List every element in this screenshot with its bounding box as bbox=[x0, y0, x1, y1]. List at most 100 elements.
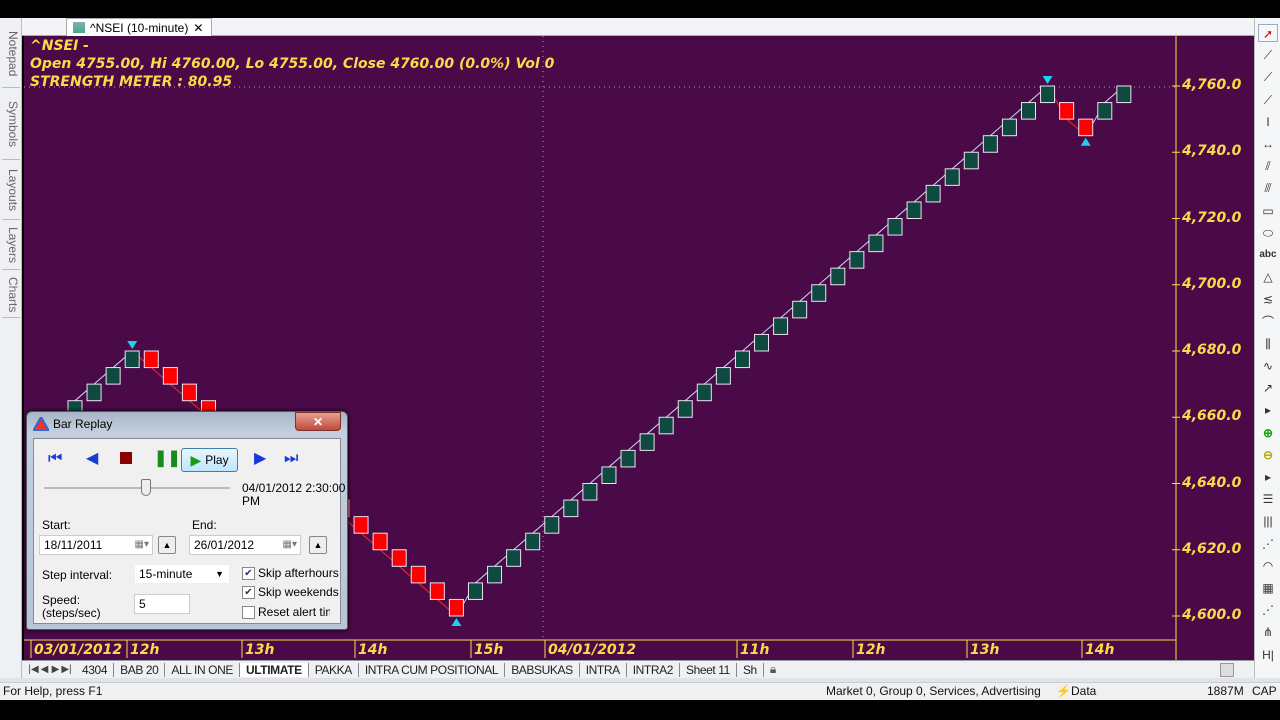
pause-button[interactable]: ❚❚ bbox=[154, 449, 181, 469]
timezones-icon[interactable]: H| bbox=[1258, 646, 1278, 664]
last-sheet-button[interactable]: ▶| bbox=[61, 664, 72, 675]
pitchfork-icon[interactable]: ⋔ bbox=[1258, 623, 1278, 641]
renko-brick-up bbox=[86, 383, 102, 402]
horizontal-scrollbar-thumb[interactable] bbox=[1220, 662, 1234, 677]
arc-icon[interactable]: ⌒ bbox=[1258, 313, 1278, 331]
next-sheet-button[interactable]: ▶ bbox=[50, 664, 61, 675]
channel-icon[interactable]: ⫻ bbox=[1258, 179, 1278, 197]
chart-icon bbox=[73, 22, 85, 33]
tab-symbols[interactable]: Symbols bbox=[2, 90, 20, 160]
play-button[interactable]: ▶ Play bbox=[181, 448, 238, 472]
sheet-tab[interactable]: BAB 20 bbox=[114, 662, 166, 677]
more-icon[interactable]: ▸ bbox=[1258, 401, 1278, 419]
more-icon[interactable]: ▸ bbox=[1258, 468, 1278, 486]
speed-input[interactable]: 5 bbox=[134, 594, 190, 614]
current-time-line2: PM bbox=[242, 494, 260, 508]
sheet-tab[interactable]: Sheet 11 bbox=[680, 662, 737, 677]
sheet-tab[interactable]: BABSUKAS bbox=[505, 662, 580, 677]
reset-alert-checkbox[interactable] bbox=[242, 606, 255, 619]
ray-icon[interactable]: ⟋ bbox=[1258, 68, 1278, 86]
sell-arrow-icon bbox=[127, 341, 138, 349]
renko-brick-up bbox=[963, 151, 979, 170]
sheet-tab[interactable]: ALL IN ONE bbox=[165, 662, 240, 677]
y-tick-label: 4,720.0 bbox=[1182, 209, 1242, 226]
stop-button[interactable] bbox=[120, 452, 132, 464]
skip-afterhours-checkbox[interactable]: ✔ bbox=[242, 567, 255, 580]
renko-brick-up bbox=[887, 218, 903, 236]
extended-line-icon[interactable]: ⟋ bbox=[1258, 91, 1278, 109]
renko-brick-down bbox=[448, 598, 464, 617]
sheet-tabs-bar: |◀ ◀ ▶ ▶| 4304 BAB 20 ALL IN ONE ULTIMATE PA… bbox=[22, 660, 1254, 678]
renko-brick-up bbox=[982, 135, 998, 153]
chart-document-tab[interactable]: ^NSEI (10-minute) ✕ bbox=[66, 18, 213, 36]
sheet-tab[interactable]: Sh bbox=[737, 662, 764, 677]
x-tick-label: 12h bbox=[856, 642, 886, 658]
horizontal-lines-icon[interactable]: ☰ bbox=[1258, 490, 1278, 508]
step-forward-button[interactable]: ▶ bbox=[254, 449, 266, 469]
tab-notepad[interactable]: Notepad bbox=[2, 20, 20, 88]
rectangle-icon[interactable]: ▭ bbox=[1258, 202, 1278, 220]
zoom-in-icon[interactable]: ⊕ bbox=[1258, 424, 1278, 442]
renko-brick-up bbox=[639, 433, 655, 451]
prev-sheet-button[interactable]: ◀ bbox=[39, 664, 50, 675]
skip-afterhours-label: Skip afterhours bbox=[258, 566, 339, 580]
go-to-start-button[interactable]: ⏮ bbox=[48, 449, 62, 469]
sheet-tab[interactable]: PAKKA bbox=[309, 662, 359, 677]
cursor-icon[interactable]: ➚ bbox=[1258, 24, 1278, 42]
step-interval-select[interactable]: 15-minute ▼ bbox=[134, 564, 230, 584]
sheet-tab[interactable]: INTRA CUM POSITIONAL bbox=[359, 662, 506, 677]
vertical-lines-icon[interactable]: ||| bbox=[1258, 512, 1278, 530]
fibonacci-icon[interactable]: ≲ bbox=[1258, 290, 1278, 308]
tab-layers[interactable]: Layers bbox=[2, 222, 20, 270]
grid-icon[interactable]: ▦ bbox=[1258, 579, 1278, 597]
close-tab-icon[interactable]: ✕ bbox=[193, 20, 203, 36]
zigzag-icon[interactable]: ∿ bbox=[1258, 357, 1278, 375]
zoom-out-icon[interactable]: ⊖ bbox=[1258, 446, 1278, 464]
step-back-button[interactable]: ◀ bbox=[86, 449, 98, 469]
renko-brick-up bbox=[677, 400, 693, 418]
renko-brick-down bbox=[429, 582, 445, 600]
sheet-tab[interactable]: INTRA2 bbox=[627, 662, 680, 677]
go-to-end-button[interactable]: ⏭ bbox=[284, 449, 298, 469]
start-date-picker[interactable]: 18/11/2011 ▦▾ bbox=[39, 535, 153, 555]
triangle-icon[interactable]: △ bbox=[1258, 268, 1278, 286]
end-date-picker[interactable]: 26/01/2012 ▦▾ bbox=[189, 535, 301, 555]
arrow-icon[interactable]: ↗ bbox=[1258, 379, 1278, 397]
parallel-lines-icon[interactable]: ⫽ bbox=[1258, 157, 1278, 175]
first-sheet-button[interactable]: |◀ bbox=[28, 664, 39, 675]
arcs-icon[interactable]: ◠ bbox=[1258, 557, 1278, 575]
renko-brick-down bbox=[410, 565, 426, 584]
renko-brick-up bbox=[1001, 118, 1017, 137]
start-date-value: 18/11/2011 bbox=[44, 538, 103, 552]
tab-layouts[interactable]: Layouts bbox=[2, 162, 20, 220]
skip-weekends-checkbox[interactable]: ✔ bbox=[242, 586, 255, 599]
gann-fan-icon[interactable]: ⋰ bbox=[1258, 601, 1278, 619]
sheet-tab[interactable]: 4304 bbox=[76, 662, 115, 677]
x-tick-label: 13h bbox=[245, 642, 275, 658]
sheet-tab[interactable]: ULTIMATE bbox=[240, 662, 309, 677]
tab-charts[interactable]: Charts bbox=[2, 272, 20, 318]
bar-replay-dialog: Bar Replay ✕ ⏮ ◀ ❚❚ ▶ Play ▶ ⏭ 04/01/201… bbox=[26, 411, 348, 630]
horizontal-segment-icon[interactable]: ↔ bbox=[1258, 135, 1278, 153]
renko-brick-up bbox=[696, 383, 712, 402]
calendar-dropdown-icon[interactable]: ▦▾ bbox=[135, 536, 149, 554]
sheet-tab[interactable]: INTRA bbox=[580, 662, 627, 677]
caps-indicator: CAP bbox=[1252, 684, 1277, 698]
calendar-dropdown-icon[interactable]: ▦▾ bbox=[283, 536, 297, 554]
start-spin-button[interactable]: ▲ bbox=[158, 536, 176, 554]
line-icon[interactable]: ⟋ bbox=[1258, 46, 1278, 64]
dialog-close-button[interactable]: ✕ bbox=[295, 412, 341, 431]
y-tick-label: 4,660.0 bbox=[1182, 408, 1242, 425]
cycle-lines-icon[interactable]: ⫼ bbox=[1258, 335, 1278, 353]
ellipse-icon[interactable]: ⬭ bbox=[1258, 224, 1278, 242]
end-spin-button[interactable]: ▲ bbox=[309, 536, 327, 554]
lock-icon[interactable]: 🔒︎ bbox=[770, 662, 776, 677]
renko-brick-up bbox=[124, 350, 140, 369]
replay-slider-track[interactable] bbox=[44, 487, 230, 489]
renko-brick-up bbox=[601, 466, 617, 484]
renko-brick-up bbox=[658, 416, 674, 435]
text-icon[interactable]: abc bbox=[1258, 246, 1278, 264]
fan-icon[interactable]: ⋰ bbox=[1258, 535, 1278, 553]
vertical-segment-icon[interactable]: I bbox=[1258, 113, 1278, 131]
replay-slider-thumb[interactable] bbox=[141, 479, 152, 496]
